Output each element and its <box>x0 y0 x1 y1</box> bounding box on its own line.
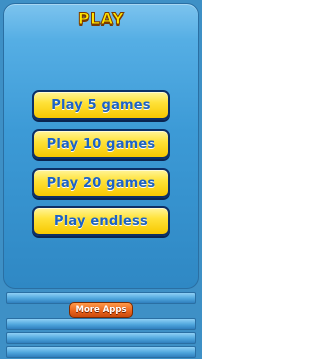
play-10-games-button[interactable]: Play 10 games <box>32 129 170 159</box>
more-apps-button[interactable]: More Apps <box>69 302 133 318</box>
play-20-games-button[interactable]: Play 20 games <box>32 168 170 198</box>
decorative-stripe <box>6 332 196 344</box>
play-endless-button[interactable]: Play endless <box>32 206 170 236</box>
decorative-stripe <box>6 318 196 330</box>
play-5-games-button[interactable]: Play 5 games <box>32 90 170 120</box>
play-10-games-label: Play 10 games <box>46 136 156 152</box>
play-endless-label: Play endless <box>54 213 148 229</box>
play-5-games-label: Play 5 games <box>51 97 151 113</box>
title-bar: PLAY <box>0 0 202 36</box>
more-apps-label: More Apps <box>75 305 127 315</box>
screen-title: PLAY <box>77 8 125 28</box>
play-20-games-label: Play 20 games <box>46 175 156 191</box>
decorative-stripe <box>6 346 196 358</box>
